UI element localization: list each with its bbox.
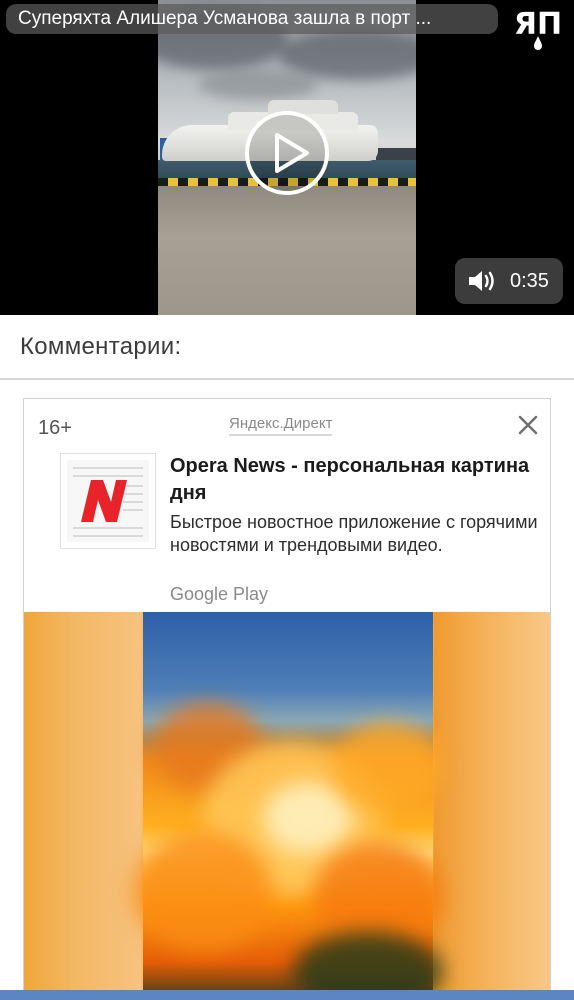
video-duration: 0:35 — [510, 270, 549, 292]
close-button[interactable] — [516, 413, 540, 437]
ad-source-label[interactable]: Яндекс.Директ — [229, 415, 333, 436]
ad-store-label: Google Play — [170, 584, 269, 604]
video-title[interactable]: Суперяхта Алишера Усманова зашла в порт … — [6, 4, 498, 34]
ad-description: Быстрое новостное приложение с горячими … — [170, 512, 538, 555]
opera-news-logo-icon — [67, 460, 149, 542]
video-player[interactable]: Суперяхта Алишера Усманова зашла в порт … — [0, 0, 574, 315]
age-rating-badge: 16+ — [38, 417, 72, 439]
yap-logo[interactable]: ЯП — [510, 2, 566, 50]
volume-icon[interactable] — [467, 268, 497, 294]
ad-video-preview[interactable] — [24, 612, 550, 999]
explosion-image — [133, 612, 443, 999]
app-icon[interactable] — [60, 453, 156, 549]
bottom-navigation-edge — [0, 990, 574, 1000]
play-icon — [275, 133, 309, 173]
ad-title[interactable]: Opera News - персональная картина дня — [170, 453, 530, 507]
close-icon — [518, 415, 538, 435]
ad-card[interactable]: 16+ Яндекс.Директ Opera News - персональ… — [23, 398, 551, 1000]
comments-section: Комментарии: — [0, 315, 574, 380]
play-button[interactable] — [245, 111, 329, 195]
duration-control[interactable]: 0:35 — [455, 258, 563, 304]
comments-heading: Комментарии: — [20, 333, 182, 360]
